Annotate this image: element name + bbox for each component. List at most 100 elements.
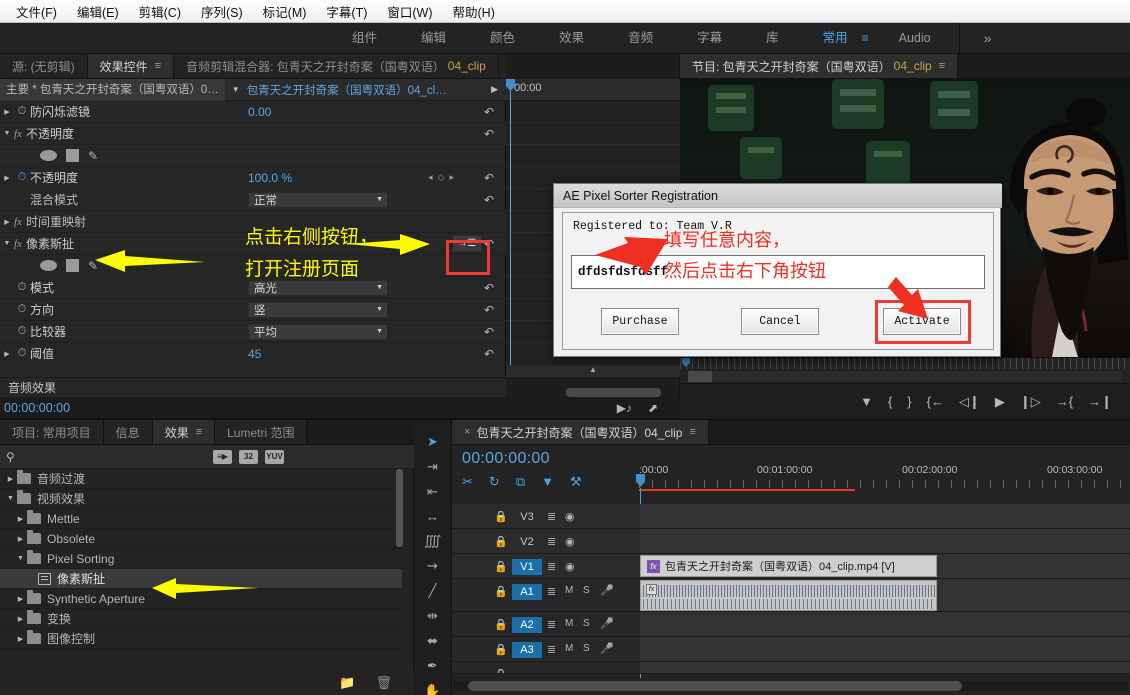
stopwatch-icon[interactable]: ⏱ (14, 281, 30, 294)
effect-controls-timecode[interactable]: 00:00:00:00 (0, 401, 70, 415)
stopwatch-icon[interactable]: ⏱ (14, 303, 30, 316)
track-row-v2[interactable]: 🔒 V2 ≣ ◉ (452, 529, 1130, 554)
rectangle-mask-icon[interactable] (66, 149, 79, 162)
tool-slip[interactable]: ⇹ (422, 608, 444, 624)
tab-info[interactable]: 信息 (104, 420, 153, 444)
disclosure-triangle-icon[interactable]: ▶ (4, 475, 17, 483)
license-key-input[interactable]: dfdsfdsfdsff (571, 255, 985, 289)
eye-icon[interactable]: ◉ (565, 510, 575, 523)
reset-icon[interactable]: ↶ (484, 303, 494, 317)
program-monitor-zoom-bar[interactable] (680, 369, 1130, 383)
disclosure-triangle-icon[interactable]: ▼ (4, 495, 17, 502)
track-row-a2[interactable]: 🔒 A2 ≣ M S 🎤 (452, 612, 1130, 637)
param-value[interactable]: 45 (248, 347, 261, 361)
tab-effects[interactable]: 效果 ≡ (153, 420, 215, 444)
chevron-right-icon[interactable]: ▶ (483, 84, 506, 95)
keyframe-nav-icons[interactable]: ◂◇▸ (428, 172, 459, 183)
workspace-tab-effects[interactable]: 效果 (537, 23, 606, 54)
microphone-icon[interactable]: 🎤 (600, 617, 614, 630)
tree-item-synthetic-aperture[interactable]: ▶ Synthetic Aperture (0, 589, 402, 609)
add-marker-icon[interactable]: ▼ (541, 474, 554, 490)
cancel-button[interactable]: Cancel (741, 308, 819, 335)
lock-icon[interactable]: 🔒 (494, 510, 508, 523)
mark-out-icon[interactable]: } (907, 394, 911, 409)
track-row-master[interactable]: 🔒 (452, 662, 1130, 674)
program-monitor-zoom-thumb[interactable] (688, 371, 712, 382)
tab-effect-controls[interactable]: 效果控件 ≡ (88, 54, 174, 78)
tool-ripple-edit[interactable]: ↔ (422, 509, 444, 524)
workspace-tab-libraries[interactable]: 库 (744, 23, 801, 54)
disclosure-triangle-icon[interactable] (0, 174, 14, 182)
tool-selection[interactable]: ➤ (422, 434, 444, 450)
menu-item-marker[interactable]: 标记(M) (253, 0, 317, 23)
rectangle-mask-icon[interactable] (66, 259, 79, 272)
track-area-v2[interactable] (640, 529, 1130, 553)
microphone-icon[interactable]: 🎤 (600, 642, 614, 655)
add-marker-icon[interactable]: ▼ (860, 394, 873, 409)
stopwatch-icon[interactable]: ⏱ (14, 325, 30, 338)
program-monitor-ruler[interactable] (680, 357, 1130, 369)
ellipse-mask-icon[interactable] (40, 150, 57, 161)
tool-track-select-backward[interactable]: ⇤ (422, 484, 444, 500)
menu-item-clip[interactable]: 剪辑(C) (129, 0, 191, 23)
go-to-in-icon[interactable]: {← (927, 394, 944, 409)
menu-item-help[interactable]: 帮助(H) (443, 0, 505, 23)
param-row-deflicker[interactable]: ⏱ 防闪烁滤镜 0.00 ↶ (0, 101, 506, 123)
effect-controls-scroll-up[interactable]: ▲ (506, 365, 680, 377)
32bit-color-icon[interactable]: 32 (239, 450, 258, 464)
reset-icon[interactable]: ↶ (484, 171, 494, 185)
track-name[interactable]: A1 (512, 584, 542, 600)
timeline-hscrollbar[interactable] (454, 681, 1128, 691)
workspace-tab-assembly[interactable]: 组件 (330, 23, 399, 54)
lock-icon[interactable]: 🔒 (494, 668, 508, 674)
tab-sequence[interactable]: × 包青天之开封奇案（国粤双语）04_clip ≡ (452, 420, 709, 444)
tab-program-monitor-menu-icon[interactable]: ≡ (939, 60, 945, 72)
tab-program-monitor[interactable]: 节目: 包青天之开封奇案（国粤双语） 04_clip ≡ (680, 54, 958, 78)
timeline-timecode[interactable]: 00:00:00:00 (462, 450, 550, 468)
tool-slide[interactable]: ⬌ (422, 633, 444, 649)
tab-source[interactable]: 源: (无剪辑) (0, 54, 88, 78)
param-row-opacity-group[interactable]: fx 不透明度 ↶ (0, 123, 506, 145)
snap-icon[interactable]: ✂ (462, 474, 473, 490)
new-folder-icon[interactable]: 📁 (339, 675, 355, 691)
track-name[interactable]: A2 (512, 617, 542, 633)
workspace-overflow-icon[interactable]: » (966, 23, 1010, 54)
workspace-menu-icon[interactable]: ≡ (854, 23, 877, 54)
reset-icon[interactable]: ↶ (484, 347, 494, 361)
blend-mode-dropdown[interactable]: 正常 ▼ (248, 192, 388, 208)
track-area-v3[interactable] (640, 504, 1130, 528)
effects-search-input[interactable] (21, 451, 213, 463)
menu-item-edit[interactable]: 编辑(E) (67, 0, 129, 23)
disclosure-triangle-icon[interactable] (0, 130, 14, 137)
yuv-effects-icon[interactable]: YUV (265, 450, 284, 464)
reset-icon[interactable]: ↶ (484, 193, 494, 207)
tree-item-transform[interactable]: ▶ 变换 (0, 609, 402, 629)
track-name[interactable]: V2 (512, 534, 542, 550)
menu-item-sequence[interactable]: 序列(S) (191, 0, 253, 23)
param-row-direction[interactable]: ⏱ 方向 竖 ▼ ↶ (0, 299, 506, 321)
track-area-master[interactable] (640, 662, 1130, 673)
reset-icon[interactable]: ↶ (484, 105, 494, 119)
track-name[interactable]: V3 (512, 509, 542, 525)
track-area-a2[interactable] (640, 612, 1130, 636)
direction-dropdown[interactable]: 竖 ▼ (248, 302, 388, 318)
reset-icon[interactable]: ↶ (484, 281, 494, 295)
effect-controls-hscrollbar[interactable] (566, 388, 661, 397)
track-row-v1[interactable]: 🔒 V1 ≣ ◉ fx 包青天之开封奇案（国粤双语）04_clip.mp4 [V… (452, 554, 1130, 579)
tool-rolling-edit[interactable]: ⨌ (422, 533, 444, 549)
registration-dialog[interactable]: AE Pixel Sorter Registration Registered … (553, 183, 1001, 357)
timeline-clip-video[interactable]: fx 包青天之开封奇案（国粤双语）04_clip.mp4 [V] (640, 555, 937, 577)
tree-item-image-control[interactable]: ▶ 图像控制 (0, 629, 402, 649)
tree-item-audio-transitions[interactable]: ▶ 音频过渡 (0, 469, 402, 489)
track-name[interactable]: A3 (512, 642, 542, 658)
ellipse-mask-icon[interactable] (40, 260, 57, 271)
effect-controls-ruler[interactable]: 00:00 (506, 79, 680, 101)
disclosure-triangle-icon[interactable] (0, 108, 14, 116)
solo-button[interactable]: S (583, 585, 590, 596)
play-audio-icon[interactable]: ▶♪ (617, 401, 632, 415)
tab-audio-clip-mixer[interactable]: 音频剪辑混合器: 包青天之开封奇案（国粤双语） 04_clip (174, 54, 499, 78)
linked-selection-icon[interactable]: ↻ (489, 474, 500, 490)
reset-icon[interactable]: ↶ (484, 325, 494, 339)
param-row-mode[interactable]: ⏱ 模式 高光 ▼ ↶ (0, 277, 506, 299)
disclosure-triangle-icon[interactable]: ▶ (14, 635, 27, 643)
